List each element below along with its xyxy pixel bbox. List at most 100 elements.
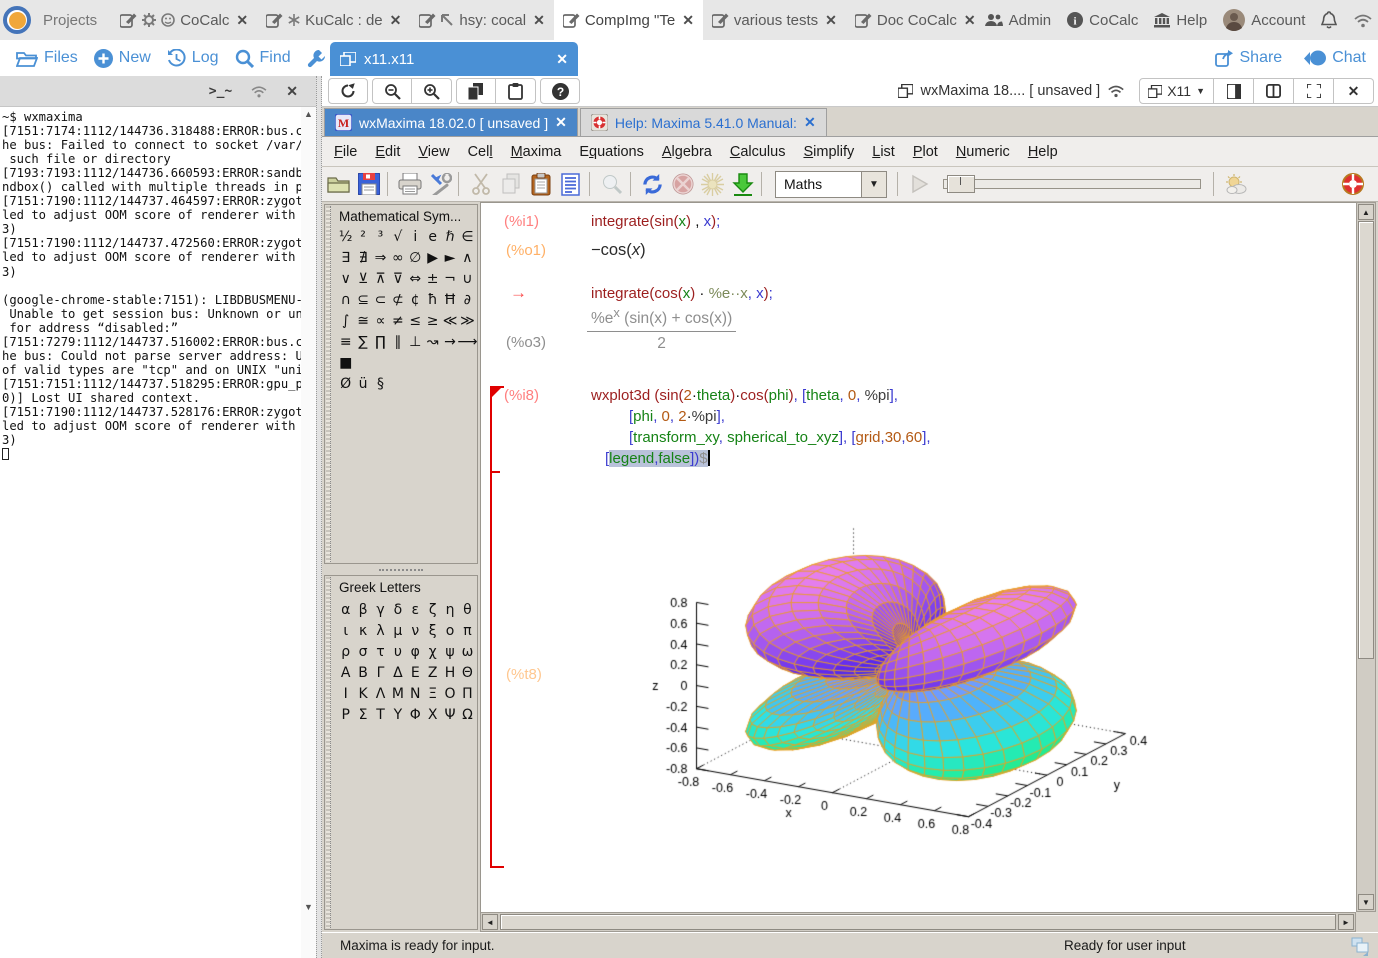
math-symbol-button[interactable]: i	[407, 226, 424, 247]
math-symbol-button[interactable]: Ħ	[441, 289, 458, 310]
math-symbol-button[interactable]: ≪	[441, 310, 458, 331]
math-symbol-button[interactable]: ∂	[459, 289, 476, 310]
x11-session-dropdown[interactable]: X11 ▼	[1139, 78, 1214, 104]
math-symbol-button[interactable]: ≅	[354, 310, 371, 331]
terminal-close-icon[interactable]: ✕	[286, 83, 298, 100]
bell-icon[interactable]	[1321, 11, 1337, 29]
weather-button[interactable]	[1222, 171, 1249, 198]
scroll-down-icon[interactable]: ▼	[1358, 894, 1374, 910]
math-symbol-button[interactable]: ⊆	[354, 289, 371, 310]
play-button[interactable]	[906, 171, 933, 198]
greek-letter-button[interactable]: Λ	[372, 683, 389, 704]
math-symbol-button[interactable]: Ø	[337, 373, 354, 394]
terminal-output[interactable]: ~$ wxmaxima [7151:7174:1112/144736.31848…	[0, 107, 301, 958]
refresh-button[interactable]	[639, 171, 666, 198]
math-symbol-button[interactable]: ¢	[407, 289, 424, 310]
close-icon[interactable]: ✕	[804, 114, 816, 131]
x11-fullscreen-button[interactable]	[1294, 78, 1334, 104]
math-symbol-button[interactable]: ∏	[372, 331, 389, 352]
greek-letter-button[interactable]: χ	[424, 641, 441, 662]
share-button[interactable]: Share	[1215, 49, 1283, 67]
menu-list[interactable]: List	[872, 144, 895, 160]
vscroll-thumb[interactable]	[1358, 221, 1374, 659]
close-icon[interactable]: ✕	[555, 114, 567, 131]
greek-letter-button[interactable]: Υ	[389, 704, 406, 725]
close-icon[interactable]: ✕	[682, 12, 694, 29]
greek-letter-button[interactable]: ν	[407, 620, 424, 641]
nav-tab-4[interactable]: various tests✕	[703, 0, 846, 40]
scroll-up-icon[interactable]: ▲	[1358, 204, 1374, 220]
greek-letter-button[interactable]: ω	[459, 641, 476, 662]
maxima-help-tab[interactable]: Help: Maxima 5.41.0 Manual: ✕	[580, 108, 827, 136]
math-symbol-button[interactable]: ⊥	[407, 331, 424, 352]
log-button[interactable]: Log	[167, 49, 219, 68]
menu-maxima[interactable]: Maxima	[511, 144, 562, 160]
new-button[interactable]: New	[94, 49, 151, 68]
greek-letter-button[interactable]: τ	[372, 641, 389, 662]
math-symbol-button[interactable]: ∧	[459, 247, 476, 268]
x11-split-vertical-button[interactable]	[1214, 78, 1254, 104]
menu-plot[interactable]: Plot	[913, 144, 938, 160]
math-symbol-button[interactable]: ■	[337, 352, 354, 373]
math-symbol-button[interactable]: ∑	[354, 331, 371, 352]
math-symbol-button[interactable]: ⊄	[389, 289, 406, 310]
hscroll-thumb[interactable]	[500, 914, 1336, 930]
cut-button[interactable]	[467, 171, 494, 198]
math-symbol-button[interactable]: ²	[354, 226, 371, 247]
code-line[interactable]: [legend,false])$	[605, 450, 710, 467]
greek-letter-button[interactable]: ζ	[424, 599, 441, 620]
greek-letter-button[interactable]: Ε	[407, 662, 424, 683]
math-symbol-button[interactable]: ∃	[337, 247, 354, 268]
math-symbol-button[interactable]: ►	[441, 247, 458, 268]
menu-numeric[interactable]: Numeric	[956, 144, 1010, 160]
x11-close-button[interactable]: ✕	[1334, 78, 1374, 104]
greek-letter-button[interactable]: Δ	[389, 662, 406, 683]
greek-letter-button[interactable]: γ	[372, 599, 389, 620]
greek-letter-button[interactable]: Φ	[407, 704, 424, 725]
worksheet-hscrollbar[interactable]: ◄ ►	[480, 912, 1356, 932]
document-button[interactable]	[557, 171, 584, 198]
math-symbol-button[interactable]: ∞	[389, 247, 406, 268]
greek-letter-button[interactable]: Γ	[372, 662, 389, 683]
greek-letter-button[interactable]: ρ	[337, 641, 354, 662]
x11-zoom-out-button[interactable]	[372, 78, 412, 104]
copy-button[interactable]	[497, 171, 524, 198]
math-symbol-button[interactable]: §	[372, 373, 389, 394]
greek-letter-button[interactable]: Ν	[407, 683, 424, 704]
find-button[interactable]	[598, 171, 625, 198]
resize-grip-icon[interactable]	[1348, 934, 1370, 956]
math-symbol-button[interactable]: ³	[372, 226, 389, 247]
nav-admin[interactable]: Admin	[985, 12, 1052, 29]
math-symbol-button[interactable]: ⊂	[372, 289, 389, 310]
greek-letter-button[interactable]: Η	[441, 662, 458, 683]
math-symbol-button[interactable]: ü	[354, 373, 371, 394]
math-symbol-button[interactable]: ∩	[337, 289, 354, 310]
greek-letter-button[interactable]: Ω	[459, 704, 476, 725]
menu-file[interactable]: File	[334, 144, 357, 160]
animate-button[interactable]	[699, 171, 726, 198]
math-symbol-button[interactable]: ∥	[389, 331, 406, 352]
greek-letter-button[interactable]: ε	[407, 599, 424, 620]
math-symbol-button[interactable]: ≥	[424, 310, 441, 331]
code-line[interactable]: integrate(sin(x) , x);	[591, 213, 720, 230]
math-symbol-button[interactable]: ℏ	[441, 226, 458, 247]
x11-paste-button[interactable]	[496, 78, 536, 104]
animation-slider[interactable]	[943, 179, 1201, 189]
panel-drag-handle[interactable]	[326, 577, 331, 928]
x11-zoom-in-button[interactable]	[412, 78, 452, 104]
math-symbol-button[interactable]: ∝	[372, 310, 389, 331]
math-symbol-button[interactable]: ∨	[337, 268, 354, 289]
nav-tab-2[interactable]: hsy: cocal✕	[410, 0, 553, 40]
find-button[interactable]: Find	[235, 49, 291, 68]
greek-letter-button[interactable]: θ	[459, 599, 476, 620]
nav-tab-5[interactable]: Doc CoCalc✕	[846, 0, 985, 40]
code-line[interactable]: [phi, 0, 2·%pi],	[629, 408, 725, 425]
greek-letter-button[interactable]: ψ	[441, 641, 458, 662]
worksheet-vscrollbar[interactable]: ▲ ▼	[1356, 202, 1376, 912]
nav-tab-3[interactable]: CompImg "Te✕	[554, 0, 703, 40]
greek-letter-button[interactable]: Β	[354, 662, 371, 683]
math-symbol-button[interactable]: ∄	[354, 247, 371, 268]
math-symbol-button[interactable]: ≡	[337, 331, 354, 352]
math-symbol-button[interactable]: ±	[424, 268, 441, 289]
scroll-left-icon[interactable]: ◄	[482, 914, 498, 930]
